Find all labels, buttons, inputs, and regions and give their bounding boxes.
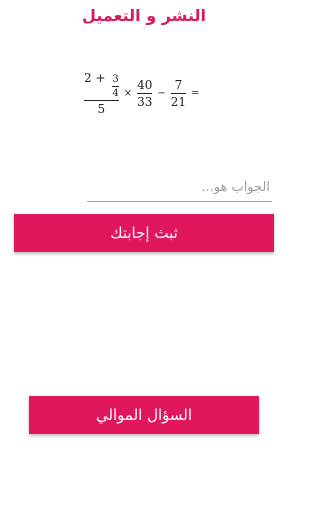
page-title: النشر و التعميل bbox=[82, 6, 206, 25]
fraction-2: 40 33 bbox=[137, 77, 153, 109]
fraction-1-bar bbox=[84, 99, 119, 101]
fraction-2-numerator: 40 bbox=[137, 77, 153, 92]
numerator-prefix: 2 + bbox=[84, 70, 106, 85]
nested-fraction-numerator: 3 bbox=[112, 73, 119, 85]
fraction-1-denominator: 5 bbox=[97, 101, 106, 116]
fraction-3-bar bbox=[170, 92, 187, 94]
equals-sign: = bbox=[191, 87, 200, 99]
math-expression: 2 + 3 4 5 × 40 33 − 7 21 = bbox=[84, 70, 204, 116]
fraction-1: 2 + 3 4 5 bbox=[84, 71, 119, 116]
submit-answer-button[interactable]: ثبث إجابتك bbox=[14, 214, 274, 252]
next-question-button[interactable]: السؤال الموالي bbox=[29, 396, 259, 434]
times-operator: × bbox=[123, 87, 133, 99]
fraction-3-numerator: 7 bbox=[174, 77, 183, 92]
fraction-3-denominator: 21 bbox=[170, 94, 187, 109]
nested-fraction-bar bbox=[112, 85, 119, 87]
fraction-3: 7 21 bbox=[170, 77, 187, 109]
answer-input[interactable] bbox=[87, 173, 272, 201]
nested-fraction-denominator: 4 bbox=[112, 87, 119, 99]
fraction-2-denominator: 33 bbox=[137, 94, 153, 109]
nested-fraction: 3 4 bbox=[112, 73, 119, 99]
fraction-1-numerator: 2 + 3 4 bbox=[84, 71, 119, 99]
answer-field-wrapper bbox=[87, 173, 272, 202]
minus-operator: − bbox=[157, 87, 166, 99]
fraction-2-bar bbox=[137, 92, 153, 94]
